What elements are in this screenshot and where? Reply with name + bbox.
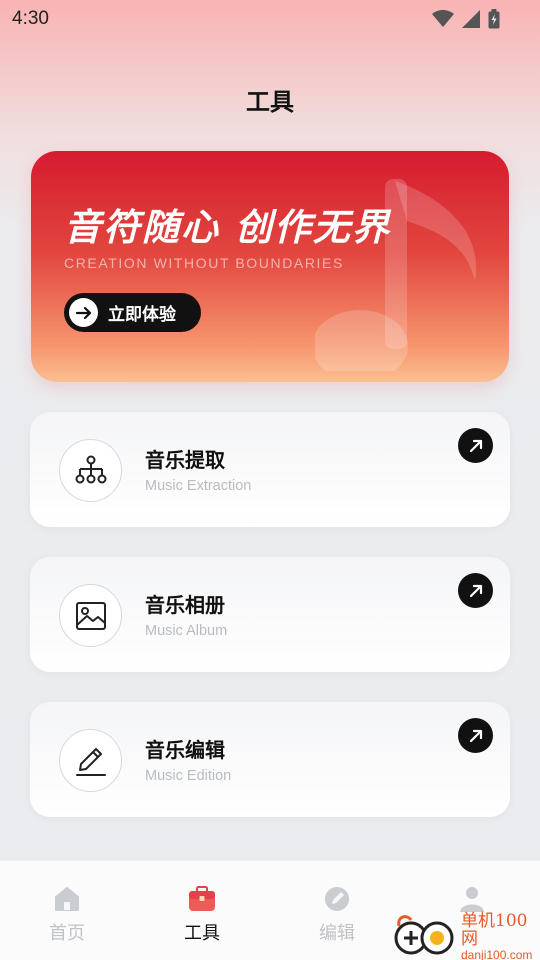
- nav-label: 首页: [49, 923, 85, 944]
- toolbox-icon: [162, 883, 242, 915]
- tool-title: 音乐提取: [145, 448, 225, 472]
- nav-label: 编辑: [319, 923, 355, 944]
- battery-charging-icon: [488, 9, 500, 33]
- nav-item-edit[interactable]: 编辑: [297, 883, 377, 945]
- status-time: 4:30: [12, 8, 49, 29]
- arrow-up-right-icon[interactable]: [458, 573, 493, 608]
- tool-subtitle: Music Extraction: [145, 478, 252, 494]
- tool-card-music-extraction[interactable]: 音乐提取 Music Extraction: [30, 412, 510, 527]
- home-icon: [27, 883, 107, 915]
- status-icons: [432, 9, 500, 33]
- try-now-label: 立即体验: [108, 305, 176, 325]
- nav-label: 工具: [184, 923, 220, 944]
- cellular-signal-icon: [462, 10, 480, 32]
- watermark-url: danji100.com: [461, 947, 533, 960]
- watermark-logo-icon: [393, 912, 457, 960]
- arrow-right-icon: [69, 298, 98, 327]
- edit-icon: [297, 883, 377, 915]
- arrow-up-right-icon[interactable]: [458, 428, 493, 463]
- nav-item-home[interactable]: 首页: [27, 883, 107, 945]
- tool-subtitle: Music Edition: [145, 768, 232, 784]
- banner-subtitle: CREATION WITHOUT BOUNDARIES: [64, 255, 344, 271]
- arrow-up-right-icon[interactable]: [458, 718, 493, 753]
- tool-card-music-album[interactable]: 音乐相册 Music Album: [30, 557, 510, 672]
- tool-title: 音乐编辑: [145, 738, 225, 762]
- nav-item-tools[interactable]: 工具: [162, 883, 242, 945]
- tool-subtitle: Music Album: [145, 623, 228, 639]
- banner-title: 音符随心 创作无界: [64, 206, 391, 249]
- status-bar: 4:30: [0, 0, 540, 38]
- try-now-button[interactable]: 立即体验: [64, 293, 201, 332]
- hierarchy-icon: [59, 439, 122, 502]
- image-icon: [59, 584, 122, 647]
- tool-title: 音乐相册: [145, 593, 225, 617]
- tool-card-music-edition[interactable]: 音乐编辑 Music Edition: [30, 702, 510, 817]
- wifi-icon: [432, 9, 454, 32]
- page-title: 工具: [246, 88, 294, 116]
- site-watermark: 单机100网 danji100.com: [393, 910, 540, 960]
- pencil-icon: [59, 729, 122, 792]
- watermark-name: 单机100网: [461, 910, 528, 949]
- promo-banner[interactable]: 音符随心 创作无界 CREATION WITHOUT BOUNDARIES 立即…: [31, 151, 509, 382]
